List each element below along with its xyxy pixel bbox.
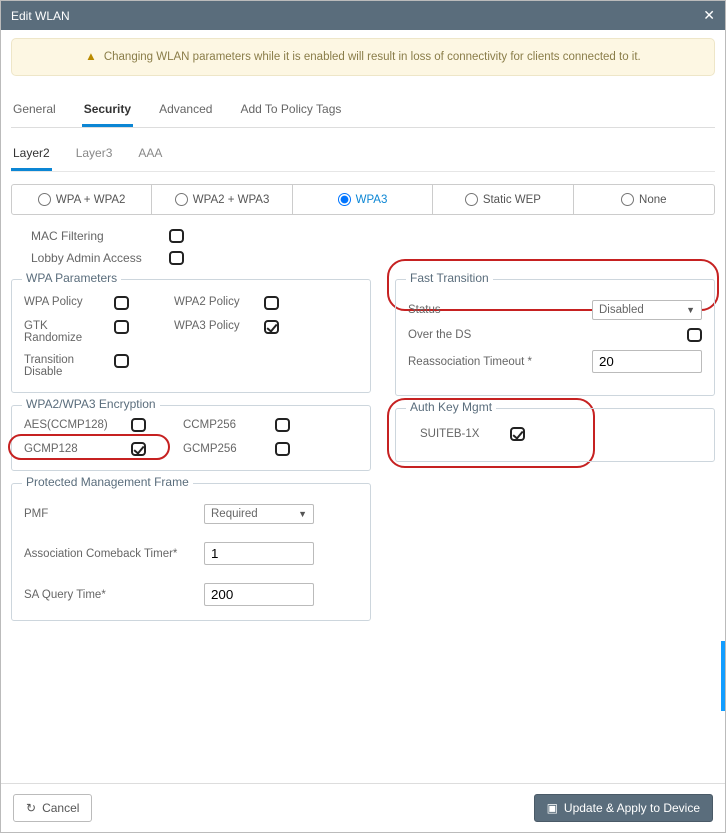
aes-label: AES(CCMP128) xyxy=(24,419,119,431)
edit-wlan-dialog: Edit WLAN ✕ ▲ Changing WLAN parameters w… xyxy=(0,0,726,833)
warning-text: Changing WLAN parameters while it is ena… xyxy=(104,51,641,63)
lobby-admin-checkbox[interactable] xyxy=(169,251,184,265)
reassoc-timeout-input[interactable] xyxy=(592,350,702,373)
wpa2-policy-label: WPA2 Policy xyxy=(174,296,244,308)
gcmp128-checkbox[interactable] xyxy=(131,442,146,456)
pmf-select[interactable]: Required ▼ xyxy=(204,504,314,524)
gcmp256-label: GCMP256 xyxy=(183,443,263,455)
ft-status-select[interactable]: Disabled ▼ xyxy=(592,300,702,320)
sub-tabs: Layer2 Layer3 AAA xyxy=(11,142,715,172)
wpa3-policy-label: WPA3 Policy xyxy=(174,320,244,332)
encryption-fieldset: WPA2/WPA3 Encryption AES(CCMP128) CCMP25… xyxy=(11,405,371,471)
wpa-parameters-legend: WPA Parameters xyxy=(22,271,121,285)
tab-advanced[interactable]: Advanced xyxy=(157,96,214,127)
dialog-footer: ↻ Cancel ▣ Update & Apply to Device xyxy=(1,783,725,832)
gcmp128-label: GCMP128 xyxy=(24,443,119,455)
tab-security[interactable]: Security xyxy=(82,96,133,127)
radio-wpa-wpa2[interactable]: WPA + WPA2 xyxy=(12,185,152,214)
tab-general[interactable]: General xyxy=(11,96,58,127)
scroll-handle[interactable] xyxy=(721,641,725,711)
cancel-icon: ↻ xyxy=(26,801,36,815)
save-icon: ▣ xyxy=(547,801,558,815)
pmf-value: Required xyxy=(211,508,258,520)
apply-label: Update & Apply to Device xyxy=(564,801,700,815)
over-ds-checkbox[interactable] xyxy=(687,328,702,342)
radio-none[interactable]: None xyxy=(574,185,714,214)
fast-transition-legend: Fast Transition xyxy=(406,271,493,285)
encryption-legend: WPA2/WPA3 Encryption xyxy=(22,397,160,411)
pmf-legend: Protected Management Frame xyxy=(22,475,193,489)
radio-wpa3[interactable]: WPA3 xyxy=(293,185,433,214)
sa-query-label: SA Query Time* xyxy=(24,589,204,601)
radio-static-wep[interactable]: Static WEP xyxy=(433,185,573,214)
radio-wpa2-wpa3[interactable]: WPA2 + WPA3 xyxy=(152,185,292,214)
suiteb-1x-checkbox[interactable] xyxy=(510,427,525,441)
wpa-parameters-fieldset: WPA Parameters WPA Policy WPA2 Policy GT… xyxy=(11,279,371,393)
wpa3-policy-checkbox[interactable] xyxy=(264,320,279,334)
ft-status-value: Disabled xyxy=(599,304,644,316)
mac-filtering-label: MAC Filtering xyxy=(31,229,161,243)
wpa-policy-label: WPA Policy xyxy=(24,296,94,308)
cancel-label: Cancel xyxy=(42,801,79,815)
apply-button[interactable]: ▣ Update & Apply to Device xyxy=(534,794,713,822)
ft-status-label: Status xyxy=(408,304,441,316)
main-tabs: General Security Advanced Add To Policy … xyxy=(11,96,715,128)
close-icon[interactable]: ✕ xyxy=(703,7,715,24)
sa-query-input[interactable] xyxy=(204,583,314,606)
auth-key-fieldset: Auth Key Mgmt SUITEB-1X xyxy=(395,408,715,462)
caret-down-icon: ▼ xyxy=(298,509,307,519)
wpa2-policy-checkbox[interactable] xyxy=(264,296,279,310)
subtab-aaa[interactable]: AAA xyxy=(136,142,164,171)
titlebar: Edit WLAN ✕ xyxy=(1,1,725,30)
ccmp256-label: CCMP256 xyxy=(183,419,263,431)
transition-disable-checkbox[interactable] xyxy=(114,354,129,368)
wpa-policy-checkbox[interactable] xyxy=(114,296,129,310)
caret-down-icon: ▼ xyxy=(686,305,695,315)
gtk-randomize-checkbox[interactable] xyxy=(114,320,129,334)
subtab-layer2[interactable]: Layer2 xyxy=(11,142,52,171)
pmf-fieldset: Protected Management Frame PMF Required … xyxy=(11,483,371,621)
assoc-comeback-input[interactable] xyxy=(204,542,314,565)
over-ds-label: Over the DS xyxy=(408,329,471,341)
auth-key-legend: Auth Key Mgmt xyxy=(406,400,496,414)
cancel-button[interactable]: ↻ Cancel xyxy=(13,794,92,822)
security-mode-radios: WPA + WPA2 WPA2 + WPA3 WPA3 Static WEP N… xyxy=(11,184,715,215)
pmf-label: PMF xyxy=(24,508,204,520)
dialog-title: Edit WLAN xyxy=(11,9,70,23)
tab-policy[interactable]: Add To Policy Tags xyxy=(238,96,343,127)
gcmp256-checkbox[interactable] xyxy=(275,442,290,456)
assoc-comeback-label: Association Comeback Timer* xyxy=(24,548,204,560)
mac-filtering-checkbox[interactable] xyxy=(169,229,184,243)
aes-checkbox[interactable] xyxy=(131,418,146,432)
transition-disable-label: Transition Disable xyxy=(24,354,94,378)
warning-banner: ▲ Changing WLAN parameters while it is e… xyxy=(11,38,715,76)
warning-icon: ▲ xyxy=(85,51,96,63)
gtk-randomize-label: GTK Randomize xyxy=(24,320,94,344)
lobby-admin-label: Lobby Admin Access xyxy=(31,251,161,265)
reassoc-timeout-label: Reassociation Timeout * xyxy=(408,356,532,368)
suiteb-1x-label: SUITEB-1X xyxy=(420,428,500,440)
subtab-layer3[interactable]: Layer3 xyxy=(74,142,115,171)
ccmp256-checkbox[interactable] xyxy=(275,418,290,432)
fast-transition-fieldset: Fast Transition Status Disabled ▼ Over t… xyxy=(395,279,715,396)
